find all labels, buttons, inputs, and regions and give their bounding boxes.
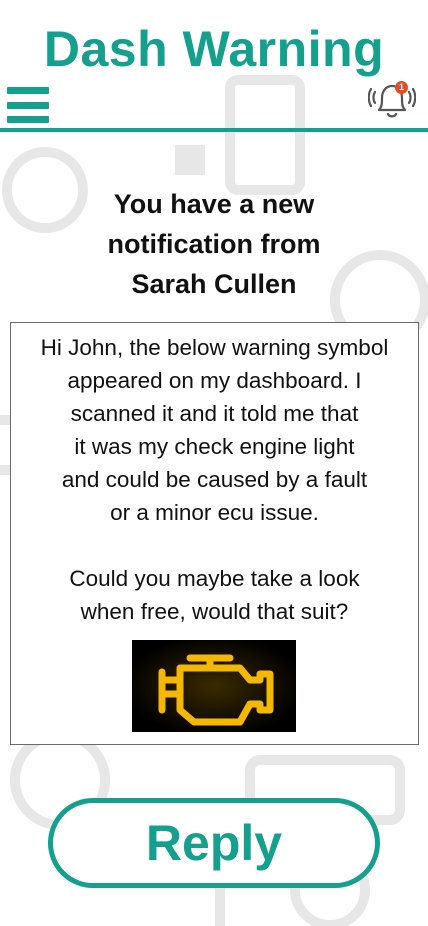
menu-bar bbox=[7, 116, 49, 123]
hamburger-menu-icon[interactable] bbox=[7, 87, 49, 123]
bell-icon bbox=[367, 84, 417, 118]
menu-bar bbox=[7, 87, 49, 94]
check-engine-light-icon bbox=[132, 640, 296, 732]
notification-count-badge: 1 bbox=[395, 81, 408, 94]
notifications-button[interactable]: 1 bbox=[367, 76, 417, 122]
message-box: Hi John, the below warning symbol appear… bbox=[10, 322, 419, 745]
check-engine-light-image bbox=[132, 640, 296, 732]
app-header: Dash Warning 1 bbox=[0, 0, 428, 134]
notification-heading: You have a new notification from Sarah C… bbox=[40, 184, 388, 304]
header-divider bbox=[0, 128, 428, 132]
reply-button[interactable]: Reply bbox=[48, 798, 380, 888]
app-title: Dash Warning bbox=[43, 21, 385, 77]
menu-bar bbox=[7, 101, 49, 109]
message-text: Hi John, the below warning symbol appear… bbox=[40, 335, 389, 624]
notification-heading-text: You have a new notification from Sarah C… bbox=[107, 189, 321, 299]
